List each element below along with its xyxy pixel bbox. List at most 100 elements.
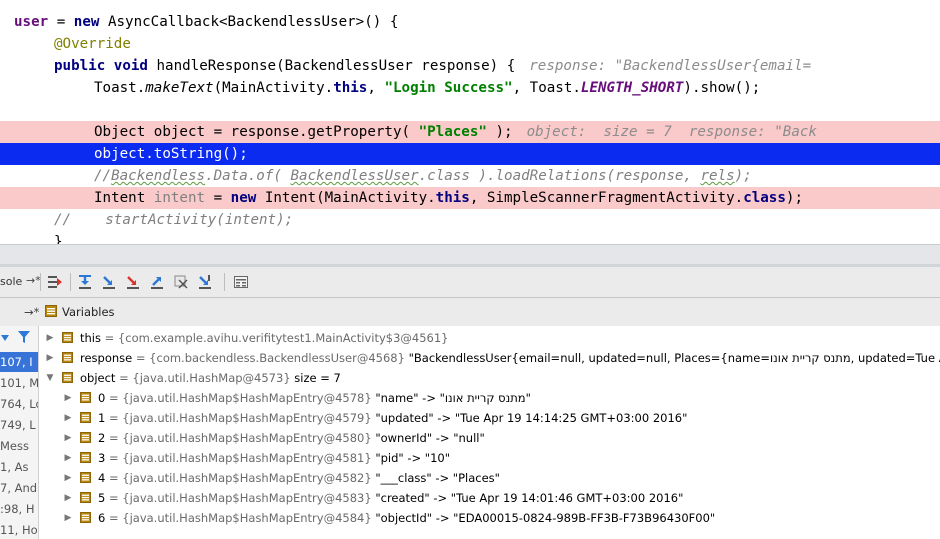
variable-text: 2 = {java.util.HashMap$HashMapEntry@4580…	[98, 428, 485, 448]
field-icon	[80, 432, 91, 443]
variable-name: response	[80, 351, 133, 365]
step-over-icon[interactable]	[76, 273, 94, 291]
code-token: Object object = response.getProperty(	[94, 124, 419, 140]
code-token: Intent	[94, 190, 154, 206]
code-token: ,	[367, 80, 385, 96]
code-line-11[interactable]: }	[0, 231, 940, 244]
static-field: LENGTH_SHORT	[580, 80, 684, 96]
frame-item[interactable]: Mess	[0, 436, 38, 456]
collapse-arrow-icon[interactable]: ▼	[45, 368, 55, 388]
code-token: , SimpleScannerFragmentActivity.	[469, 190, 744, 206]
variable-value: "objectId" -> "EDA00015-0824-989B-FF3B-F…	[371, 511, 716, 525]
frame-item[interactable]: 101, M	[0, 373, 38, 393]
variable-row[interactable]: ▶ 4 = {java.util.HashMap$HashMapEntry@458…	[39, 468, 940, 488]
variable-type: = {java.util.HashMap$HashMapEntry@4584}	[105, 511, 372, 525]
variables-tree[interactable]: ▶ this = {com.example.avihu.verifitytest1…	[39, 326, 940, 539]
expand-arrow-icon[interactable]: ▶	[63, 488, 73, 508]
variable-value: "ownerId" -> "null"	[371, 431, 485, 445]
field-icon	[80, 492, 91, 503]
evaluate-expression-icon[interactable]	[232, 273, 250, 291]
variable-text: 1 = {java.util.HashMap$HashMapEntry@4579…	[98, 408, 687, 428]
string-literal: "Login Success"	[384, 80, 513, 96]
keyword-class: class	[743, 190, 786, 206]
field-icon	[62, 332, 73, 343]
variable-name: object	[80, 371, 116, 385]
frame-item[interactable]: 1, As	[0, 457, 38, 477]
variable-value: "updated" -> "Tue Apr 19 14:14:25 GMT+03…	[371, 411, 688, 425]
drop-frame-icon[interactable]	[172, 273, 190, 291]
field-icon	[80, 412, 91, 423]
code-editor[interactable]: user = new AsyncCallback<BackendlessUser…	[0, 0, 940, 244]
expand-arrow-icon[interactable]: ▶	[63, 448, 73, 468]
force-step-into-icon[interactable]	[124, 273, 142, 291]
code-line-3[interactable]: public void handleResponse(BackendlessUs…	[0, 55, 940, 77]
variable-text: 0 = {java.util.HashMap$HashMapEntry@4578…	[98, 388, 531, 408]
variable-type: = {java.util.HashMap$HashMapEntry@4582}	[105, 471, 372, 485]
variable-row[interactable]: ▼ object = {java.util.HashMap@4573} size …	[39, 368, 940, 388]
frame-item[interactable]: 7, And	[0, 478, 38, 498]
variable-row[interactable]: ▶ 1 = {java.util.HashMap$HashMapEntry@457…	[39, 408, 940, 428]
variable-row[interactable]: ▶ response = {com.backendless.Backendless…	[39, 348, 940, 368]
code-line-1[interactable]: user = new AsyncCallback<BackendlessUser…	[0, 11, 940, 33]
frame-item[interactable]: 11, Ho	[0, 520, 38, 539]
keyword-void: void	[113, 58, 148, 74]
frames-panel[interactable]: 107, I 101, M 764, Lo 749, L Mess 1, As 7, And…	[0, 326, 39, 539]
code-token: , Toast.	[512, 80, 581, 96]
breakpoint-line[interactable]: Intent intent = new Intent(MainActivity.…	[0, 187, 940, 209]
step-out-icon[interactable]	[148, 273, 166, 291]
breakpoint-line[interactable]: Object object = response.getProperty( "P…	[0, 121, 940, 143]
debug-toolbar: sole →*	[0, 267, 940, 298]
expand-arrow-icon[interactable]: ▶	[63, 388, 73, 408]
code-line-5-blank[interactable]	[0, 99, 940, 121]
variable-row[interactable]: ▶ 5 = {java.util.HashMap$HashMapEntry@458…	[39, 488, 940, 508]
variable-value: "name" -> "מתנס קריית אונו"	[371, 391, 531, 405]
inline-debug-hint: response: "BackendlessUser{email=	[529, 58, 812, 74]
code-line-4[interactable]: Toast.makeText(MainActivity.this, "Login…	[0, 77, 940, 99]
variable-row[interactable]: ▶ 2 = {java.util.HashMap$HashMapEntry@458…	[39, 428, 940, 448]
expand-arrow-icon[interactable]: ▶	[45, 348, 55, 368]
step-into-icon[interactable]	[100, 273, 118, 291]
run-to-cursor-icon[interactable]	[196, 273, 214, 291]
code-line-8[interactable]: //Backendless.Data.of( BackendlessUser.c…	[0, 165, 940, 187]
expand-arrow-icon[interactable]: ▶	[63, 408, 73, 428]
toolbar-separator	[70, 273, 71, 291]
current-execution-line[interactable]: object.toString();	[0, 143, 940, 165]
frame-item[interactable]: :98, H	[0, 499, 38, 519]
expand-arrow-icon[interactable]: ▶	[45, 328, 55, 348]
code-line-10[interactable]: // startActivity(intent);	[0, 209, 940, 231]
console-tab[interactable]: sole	[0, 275, 22, 288]
variable-row[interactable]: ▶ 3 = {java.util.HashMap$HashMapEntry@458…	[39, 448, 940, 468]
filter-icon[interactable]	[18, 331, 30, 346]
expand-arrow-icon[interactable]: ▶	[63, 508, 73, 528]
collapse-arrow-icon[interactable]	[0, 332, 9, 342]
frame-item[interactable]: 764, Lo	[0, 394, 38, 414]
variable-name: this	[80, 331, 101, 345]
variable-row[interactable]: ▶ 6 = {java.util.HashMap$HashMapEntry@458…	[39, 508, 940, 528]
expand-arrow-icon[interactable]: ▶	[63, 428, 73, 448]
keyword-new: new	[230, 190, 257, 206]
pin-tab-icon[interactable]: →*	[26, 274, 41, 287]
variable-text: response = {com.backendless.BackendlessU…	[80, 348, 940, 368]
variable-text: this = {com.example.avihu.verifitytest1.…	[80, 328, 449, 348]
comment: .class ).loadRelations(response,	[418, 168, 701, 184]
code-line-2[interactable]: @Override	[0, 33, 940, 55]
comment: );	[734, 168, 752, 184]
comment: .Data.of(	[205, 168, 291, 184]
variables-icon	[45, 305, 57, 320]
keyword-new: new	[73, 14, 100, 30]
expand-arrow-icon[interactable]: ▶	[63, 468, 73, 488]
variable-value: "pid" -> "10"	[371, 451, 451, 465]
code-token: );	[486, 124, 513, 140]
frame-item[interactable]: 749, L	[0, 415, 38, 435]
pin-tab-icon[interactable]: →*	[24, 305, 39, 319]
variable-row[interactable]: ▶ this = {com.example.avihu.verifitytest1…	[39, 328, 940, 348]
frame-item[interactable]: 107, I	[0, 352, 38, 372]
variable-row[interactable]: ▶ 0 = {java.util.HashMap$HashMapEntry@457…	[39, 388, 940, 408]
show-execution-point-icon[interactable]	[46, 273, 64, 291]
field-icon	[80, 472, 91, 483]
comment: // startActivity(intent);	[54, 212, 294, 228]
variable-type: = {java.util.HashMap$HashMapEntry@4583}	[105, 491, 372, 505]
toolbar-separator	[224, 273, 225, 291]
panel-splitter[interactable]	[0, 244, 940, 267]
unused-variable: intent	[153, 190, 206, 206]
